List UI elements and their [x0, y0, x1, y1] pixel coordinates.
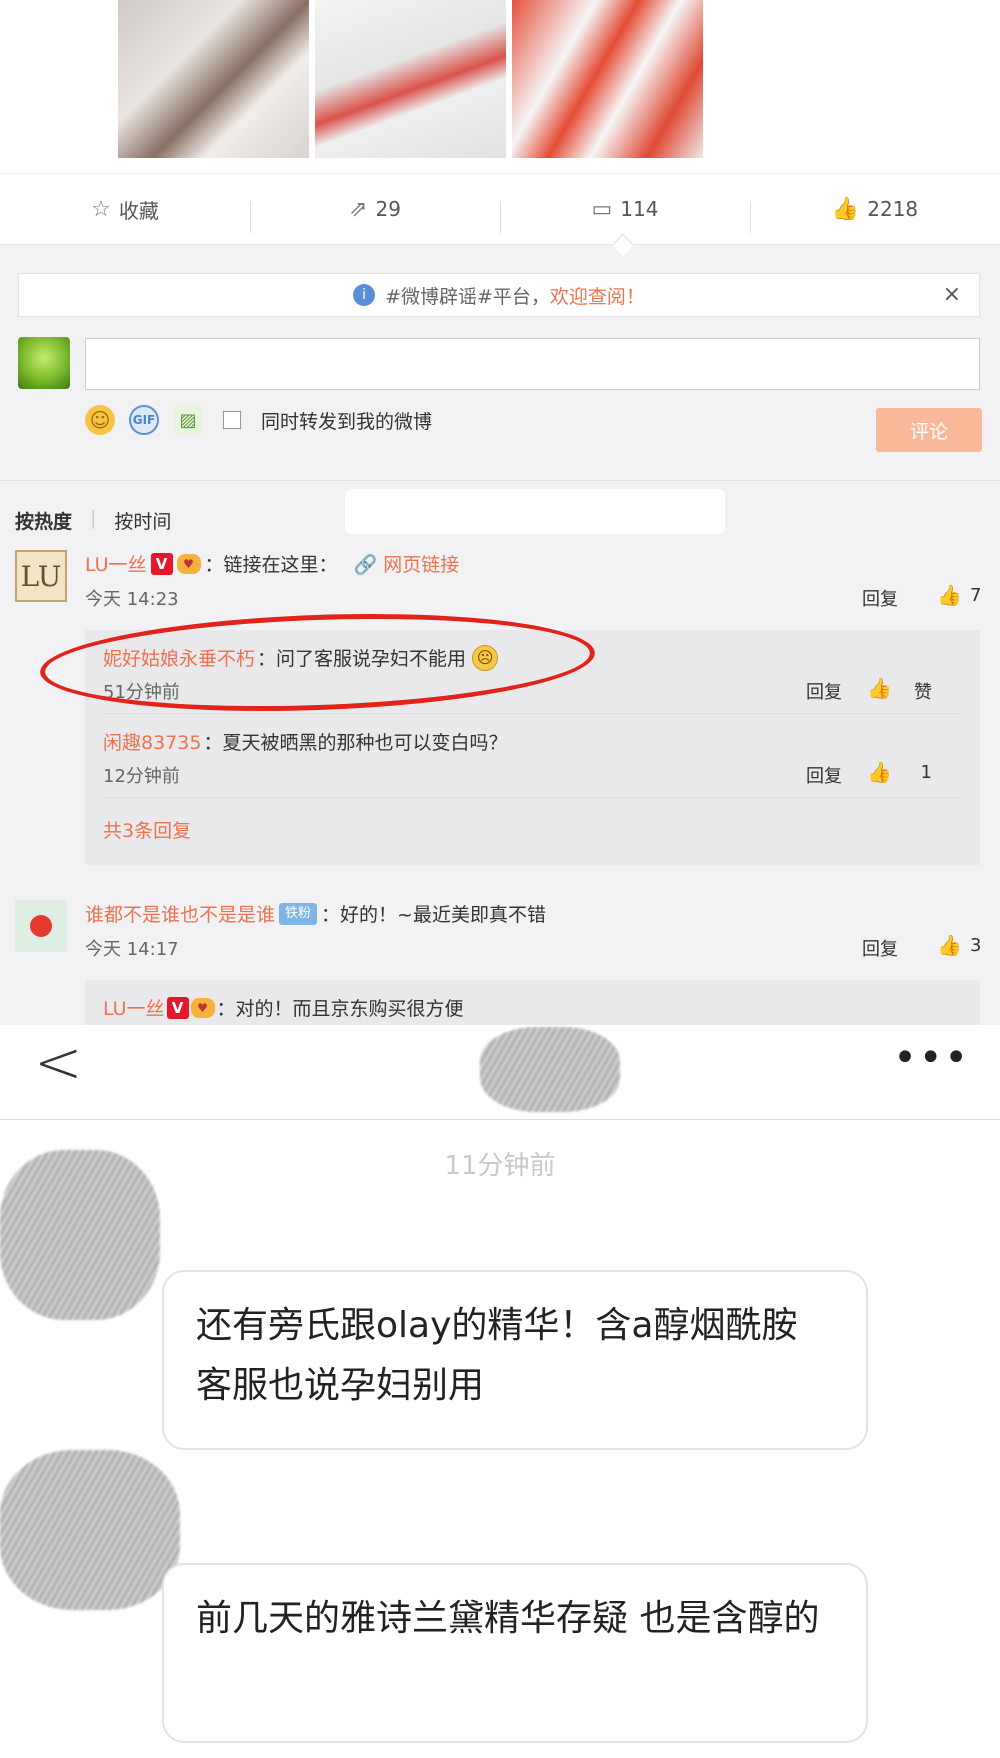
comment-item: LU LU一丝 V ♥ ：链接在这里： 🔗 网页链接 今天 14:23 回复 👍…: [15, 550, 985, 620]
web-link-label: 网页链接: [383, 554, 460, 576]
redacted-avatar: [0, 1450, 180, 1610]
divider: [0, 480, 1000, 481]
comment-username[interactable]: 谁都不是谁也不是是谁: [85, 900, 275, 927]
notice-text: #微博辟谣#平台，: [385, 285, 550, 308]
reply-text: ：对的！而且京东购买很方便: [216, 998, 464, 1020]
avatar-dot: [30, 915, 52, 937]
comment-text: ：链接在这里：: [204, 554, 338, 576]
chat-message-bubble[interactable]: 前几天的雅诗兰黛精华存疑 也是含醇的: [162, 1563, 868, 1743]
thumbs-up-icon[interactable]: 👍: [937, 933, 962, 957]
sort-tabs: 按热度 | 按时间: [15, 507, 171, 534]
info-icon: i: [353, 284, 376, 306]
gif-icon[interactable]: GIF: [129, 405, 159, 435]
member-badge-icon: ♥: [190, 997, 215, 1018]
chat-header: < •••: [0, 1025, 1000, 1120]
tab-sort-by-heat[interactable]: 按热度: [15, 507, 72, 534]
fan-badge: 铁粉: [279, 902, 318, 925]
member-badge-icon: ♥: [176, 553, 201, 574]
redaction-smudge: [345, 489, 725, 534]
repost-checkbox-label: 同时转发到我的微博: [261, 410, 433, 433]
favorite-label: 收藏: [118, 198, 159, 223]
emoji-icon[interactable]: ☺: [85, 405, 115, 435]
reply-body: LU一丝 V ♥ ：对的！而且京东购买很方便: [103, 994, 464, 1021]
favorite-button[interactable]: ☆ 收藏: [0, 195, 250, 224]
like-count: 7: [970, 585, 982, 606]
composer-toolbar: ☺ GIF ▨ 同时转发到我的微博: [85, 405, 432, 435]
comment-input[interactable]: [85, 338, 980, 390]
notice-link[interactable]: 欢迎查阅！: [550, 282, 645, 309]
web-link[interactable]: 🔗 网页链接: [354, 550, 460, 577]
reply-button[interactable]: 回复: [862, 585, 898, 611]
image-icon[interactable]: ▨: [173, 405, 203, 435]
post-action-bar: ☆ 收藏 ⇗ 29 ▭ 114 👍 2218: [0, 173, 1000, 245]
like-count: 赞: [914, 682, 932, 703]
comment-time: 今天 14:23: [85, 589, 179, 610]
reply-username[interactable]: 闲趣83735: [103, 728, 201, 755]
comment-text: ：好的！~最近美即真不错: [321, 904, 546, 926]
comment-item: 谁都不是谁也不是是谁 铁粉 ：好的！~最近美即真不错 今天 14:17 回复 👍…: [15, 900, 985, 970]
chat-screenshot: < ••• 11分钟前 还有旁氏跟olay的精华！含a醇烟酰胺 客服也说孕妇别用…: [0, 1025, 1000, 1758]
post-images: [118, 0, 703, 158]
verified-badge: V: [150, 552, 173, 575]
tab-separator: |: [90, 507, 97, 529]
repost-button[interactable]: ⇗ 29: [250, 196, 500, 233]
tab-sort-by-time[interactable]: 按时间: [114, 507, 171, 534]
reply-button[interactable]: 回复: [806, 762, 842, 788]
thumbs-up-icon[interactable]: 👍: [937, 583, 962, 607]
verified-badge: V: [166, 996, 189, 1019]
weibo-post-screenshot: ☆ 收藏 ⇗ 29 ▭ 114 👍 2218 i #微博辟谣#平台， 欢迎查阅！…: [0, 0, 1000, 1025]
comment-body: 谁都不是谁也不是是谁 铁粉 ：好的！~最近美即真不错: [85, 900, 546, 927]
redacted-contact-name: [480, 1027, 620, 1112]
reply-item: LU一丝 V ♥ ：对的！而且京东购买很方便: [103, 980, 962, 1025]
message-timestamp: 11分钟前: [444, 1151, 556, 1181]
like-count: 3: [970, 935, 982, 956]
post-image[interactable]: [118, 0, 309, 158]
reply-list: LU一丝 V ♥ ：对的！而且京东购买很方便: [85, 980, 980, 1025]
repost-icon: ⇗: [349, 196, 368, 222]
chat-message-bubble[interactable]: 还有旁氏跟olay的精华！含a醇烟酰胺 客服也说孕妇别用: [162, 1270, 868, 1450]
reply-username[interactable]: LU一丝: [103, 994, 165, 1021]
post-image[interactable]: [315, 0, 506, 158]
more-replies-link[interactable]: 共3条回复: [103, 798, 980, 858]
comment-count: 114: [620, 197, 659, 221]
rumor-notice-banner: i #微博辟谣#平台， 欢迎查阅！ ×: [18, 273, 980, 317]
like-button[interactable]: 👍 2218: [750, 196, 1000, 233]
comment-icon: ▭: [591, 196, 613, 222]
thumbs-up-icon[interactable]: 👍: [867, 760, 892, 784]
reply-body: 闲趣83735 ：夏天被晒黑的那种也可以变白吗？: [103, 728, 507, 755]
comment-button[interactable]: ▭ 114: [500, 196, 750, 233]
more-icon[interactable]: •••: [893, 1035, 970, 1081]
submit-comment-button[interactable]: 评论: [876, 408, 982, 452]
comment-time: 今天 14:17: [85, 939, 179, 960]
comment-body: LU一丝 V ♥ ：链接在这里： 🔗 网页链接: [85, 550, 459, 577]
reply-button[interactable]: 回复: [806, 678, 842, 704]
close-icon[interactable]: ×: [943, 282, 961, 307]
thumbs-up-icon[interactable]: 👍: [867, 676, 892, 700]
repost-checkbox[interactable]: [223, 411, 241, 429]
comment-username[interactable]: LU一丝: [85, 550, 147, 577]
reply-button[interactable]: 回复: [862, 935, 898, 961]
post-image[interactable]: [512, 0, 703, 158]
like-count: 2218: [867, 197, 919, 221]
redacted-avatar: [0, 1150, 160, 1320]
like-count: 1: [920, 762, 932, 783]
repost-count: 29: [375, 197, 401, 221]
star-icon: ☆: [91, 196, 111, 222]
avatar[interactable]: [15, 900, 67, 952]
avatar[interactable]: [18, 337, 70, 389]
back-icon[interactable]: <: [34, 1033, 83, 1091]
avatar[interactable]: LU: [15, 550, 67, 602]
thumbs-up-icon: 👍: [831, 196, 860, 222]
reply-text: ：夏天被晒黑的那种也可以变白吗？: [203, 732, 508, 754]
reply-time: 12分钟前: [103, 766, 180, 787]
reply-item: 闲趣83735 ：夏天被晒黑的那种也可以变白吗？ 12分钟前 回复 👍 1: [103, 714, 962, 798]
